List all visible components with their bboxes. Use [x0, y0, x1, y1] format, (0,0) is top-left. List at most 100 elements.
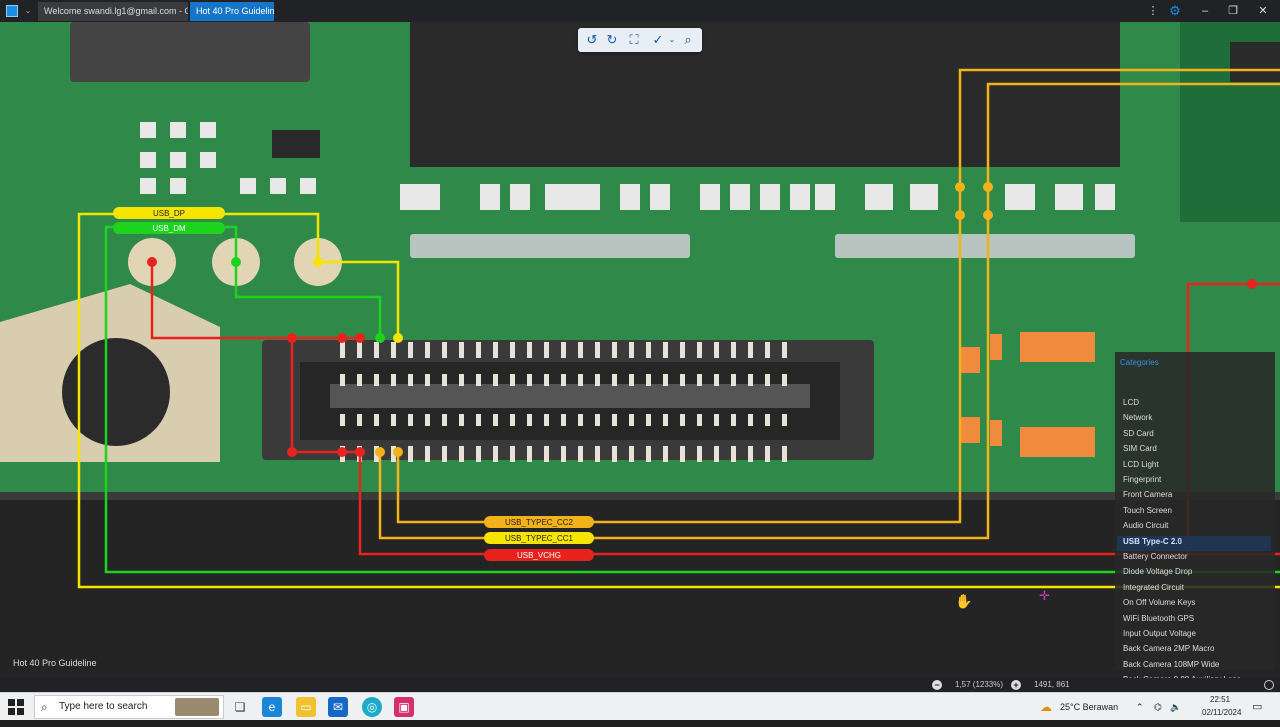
- connector-pin: [731, 414, 736, 426]
- cursor-coordinates: 1491, 861: [1034, 680, 1070, 689]
- windows-start-icon[interactable]: [8, 699, 24, 715]
- category-item[interactable]: LCD: [1123, 398, 1139, 407]
- connector-pin: [680, 342, 685, 358]
- connector-pin: [748, 446, 753, 462]
- connector-pin: [527, 374, 532, 386]
- connector-pin: [374, 414, 379, 426]
- app-icon[interactable]: ▣: [394, 697, 414, 717]
- connector-pin: [340, 342, 345, 358]
- zoom-in-icon[interactable]: +: [1011, 680, 1021, 690]
- file-explorer-icon[interactable]: ▭: [296, 697, 316, 717]
- category-item[interactable]: WiFi Bluetooth GPS: [1123, 614, 1194, 623]
- connector-pin: [493, 374, 498, 386]
- rotate-left-icon[interactable]: ↺: [582, 30, 602, 50]
- categories-title: Categories: [1120, 358, 1159, 367]
- settings-icon[interactable]: [1264, 680, 1274, 690]
- connector-pin: [544, 374, 549, 386]
- category-item[interactable]: Touch Screen: [1123, 506, 1172, 515]
- category-item[interactable]: SD Card: [1123, 429, 1154, 438]
- connector-pin: [714, 342, 719, 358]
- volume-icon[interactable]: 🔈: [1170, 693, 1181, 721]
- connector-pin: [425, 446, 430, 462]
- connector-pin: [561, 342, 566, 358]
- close-button[interactable]: ✕: [1248, 0, 1278, 22]
- label-typec-cc1: USB_TYPEC_CC1: [505, 534, 574, 543]
- connector-pin: [646, 374, 651, 386]
- search-icon[interactable]: ⌕: [678, 30, 698, 50]
- edge-browser-icon[interactable]: e: [262, 697, 282, 717]
- connector-pin: [782, 374, 787, 386]
- settings-gear-icon[interactable]: ⚙: [1160, 0, 1190, 22]
- copper-pad: [410, 234, 690, 258]
- app-menu-button[interactable]: [4, 3, 20, 19]
- connector-pin: [493, 446, 498, 462]
- category-item[interactable]: LCD Light: [1123, 460, 1159, 469]
- tab-hot40-guideline[interactable]: Hot 40 Pro Guideline: [190, 2, 274, 21]
- category-item[interactable]: Input Output Voltage: [1123, 629, 1196, 638]
- chevron-up-icon[interactable]: ⌃: [1136, 693, 1144, 721]
- mail-icon[interactable]: ✉: [328, 697, 348, 717]
- connector-pin: [663, 414, 668, 426]
- category-item[interactable]: Diode Voltage Drop: [1123, 567, 1192, 576]
- weather-icon[interactable]: ☁: [1040, 693, 1052, 721]
- connector-pin: [629, 342, 634, 358]
- connector-pin: [612, 374, 617, 386]
- rotate-right-icon[interactable]: ↻: [602, 30, 622, 50]
- connector-pin: [748, 374, 753, 386]
- connector-pin: [357, 374, 362, 386]
- connector-pin: [408, 446, 413, 462]
- connector-pin: [340, 374, 345, 386]
- document-name: Hot 40 Pro Guideline: [13, 658, 97, 668]
- category-item[interactable]: Network: [1123, 413, 1152, 422]
- zoom-out-icon[interactable]: −: [932, 680, 942, 690]
- board-viewer[interactable]: USB_DP USB_DM USB_TYPEC_CC2 USB_TYPEC_CC…: [0, 22, 1280, 678]
- fit-screen-icon[interactable]: ⛶: [624, 30, 644, 50]
- minimize-button[interactable]: –: [1190, 0, 1220, 22]
- connector-pin: [663, 342, 668, 358]
- connector-pin: [697, 342, 702, 358]
- network-icon[interactable]: ⌬: [1154, 693, 1162, 721]
- title-bar: ⌄ Welcome swandi.lg1@gmail.com - Orion H…: [0, 0, 1280, 22]
- status-bar: − 1,57 (1233%) + 1491, 861: [0, 678, 1280, 692]
- connector-pin: [442, 414, 447, 426]
- main-chip: [410, 22, 1120, 167]
- category-item[interactable]: Battery Connector: [1123, 552, 1187, 561]
- connector-pin: [510, 446, 515, 462]
- clock-date[interactable]: 02/11/2024: [1202, 699, 1241, 727]
- notification-icon[interactable]: ▭: [1252, 693, 1262, 721]
- category-item[interactable]: On Off Volume Keys: [1123, 598, 1195, 607]
- connector-pin: [680, 446, 685, 462]
- task-view-icon[interactable]: ❏: [230, 697, 250, 717]
- connector-pin: [527, 446, 532, 462]
- connector-pin: [459, 446, 464, 462]
- connector-pin: [697, 374, 702, 386]
- weather-text[interactable]: 25°C Berawan: [1060, 693, 1118, 721]
- taskbar-search[interactable]: ⌕ Type here to search: [34, 695, 224, 719]
- category-item[interactable]: USB Type-C 2.0: [1123, 537, 1182, 546]
- category-item[interactable]: Audio Circuit: [1123, 521, 1168, 530]
- connector-pin: [408, 414, 413, 426]
- connector-pin: [612, 342, 617, 358]
- category-item[interactable]: Fingerprint: [1123, 475, 1161, 484]
- category-item[interactable]: Front Camera: [1123, 490, 1172, 499]
- chevron-down-icon[interactable]: ⌄: [22, 3, 34, 19]
- connector-pin: [714, 374, 719, 386]
- search-placeholder: Type here to search: [59, 701, 148, 712]
- tab-welcome[interactable]: Welcome swandi.lg1@gmail.com - Orion: [38, 2, 188, 21]
- connector-pin: [595, 342, 600, 358]
- connector-pin: [612, 414, 617, 426]
- category-item[interactable]: Back Camera 2MP Macro: [1123, 644, 1214, 653]
- connector-pin: [459, 414, 464, 426]
- connector-pin: [493, 414, 498, 426]
- connector-pin: [561, 446, 566, 462]
- connector-pin: [357, 342, 362, 358]
- category-item[interactable]: Integrated Circuit: [1123, 583, 1184, 592]
- restore-button[interactable]: ❐: [1218, 0, 1248, 22]
- category-item[interactable]: SIM Card: [1123, 444, 1157, 453]
- orion-app-icon[interactable]: ◎: [362, 697, 382, 717]
- category-item[interactable]: Back Camera 108MP Wide: [1123, 660, 1219, 669]
- connector-pin: [561, 414, 566, 426]
- connector-pin: [714, 446, 719, 462]
- connector-pin: [408, 342, 413, 358]
- connector-pin: [391, 374, 396, 386]
